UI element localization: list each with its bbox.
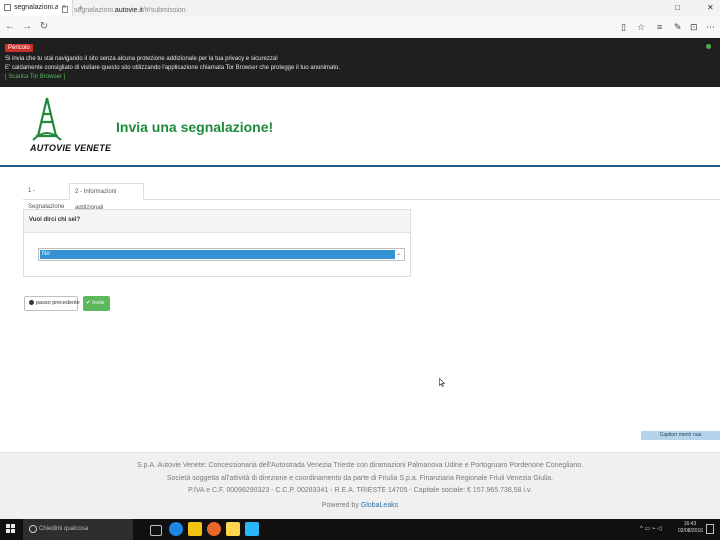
chevron-down-icon[interactable]: ⌄ bbox=[396, 249, 401, 260]
web-note-icon[interactable]: ✎ bbox=[674, 16, 682, 38]
more-icon[interactable]: ⋯ bbox=[706, 16, 715, 38]
powered-by-label: Powered by bbox=[321, 502, 361, 509]
forward-icon[interactable]: → bbox=[20, 16, 34, 38]
tab-informazioni-addizionali[interactable]: 2 - Informazioni addizionali bbox=[69, 183, 144, 211]
footer-powered-by: Powered by GlobaLeaks bbox=[0, 502, 720, 509]
page-icon bbox=[4, 4, 11, 11]
footer-holding-line: Società soggetta all'attività di direzio… bbox=[166, 475, 554, 482]
firefox-icon[interactable] bbox=[207, 522, 221, 536]
danger-badge: Pericolo bbox=[5, 44, 33, 52]
arrow-left-circle-icon bbox=[29, 300, 34, 305]
address-bar[interactable]: segnalazioni.autovie.it/#/submission bbox=[62, 4, 482, 18]
send-button[interactable]: ✔ Invia bbox=[83, 296, 110, 311]
warning-text-2: E' caldamente consigliato di visitare qu… bbox=[5, 65, 341, 71]
page-title: Invia una segnalazione! bbox=[116, 119, 274, 135]
system-tray-icons[interactable]: ^ ▭ ⌁ ◁ bbox=[640, 519, 662, 540]
footer-fiscal-line: P.IVA e C.F. 00098290323 - C.C.P. 002833… bbox=[188, 487, 532, 494]
tab-segnalazione[interactable]: 1 - Segnalazione bbox=[23, 183, 69, 210]
warning-text-1: Si invia che tu stai navigando il sito s… bbox=[5, 56, 278, 62]
logo-text: AUTOVIE VENETE bbox=[30, 143, 112, 153]
address-domain: autovie.it bbox=[114, 7, 143, 14]
taskbar-search-placeholder: Chiedimi qualcosa bbox=[39, 526, 89, 532]
sticky-notes-icon[interactable] bbox=[226, 522, 240, 536]
clock-date: 02/08/2016 bbox=[678, 528, 704, 534]
identity-select-value[interactable]: No bbox=[40, 250, 395, 259]
identity-question: Vuoi dirci chi sei? bbox=[29, 217, 81, 223]
mouse-cursor-icon bbox=[439, 378, 445, 387]
share-icon[interactable]: ⊡ bbox=[690, 16, 698, 38]
address-path: /#/submission bbox=[142, 7, 186, 14]
autovie-logo-icon bbox=[32, 97, 62, 141]
maximize-icon[interactable]: □ bbox=[675, 0, 680, 16]
windows-start-icon[interactable] bbox=[6, 524, 16, 534]
panel-heading bbox=[24, 210, 410, 233]
file-explorer-icon[interactable] bbox=[188, 522, 202, 536]
pin-icon bbox=[706, 44, 711, 49]
taskbar-clock[interactable]: 16:43 02/08/2016 bbox=[678, 521, 704, 535]
globaleaks-link[interactable]: GlobaLeaks bbox=[361, 502, 398, 509]
close-window-icon[interactable]: ✕ bbox=[707, 0, 714, 16]
previous-step-label: passo precedente bbox=[36, 300, 80, 306]
browser-nav-bar bbox=[0, 16, 720, 39]
clock-time: 16:43 bbox=[683, 521, 697, 527]
hub-icon[interactable]: ≡ bbox=[657, 16, 662, 38]
footer-company-line: S.p.A. Autovie Venete: Concessionaria de… bbox=[136, 462, 584, 469]
lock-icon bbox=[62, 6, 68, 13]
back-icon[interactable]: ← bbox=[3, 16, 17, 38]
feedback-button[interactable]: Capitorr mentr nua bbox=[641, 431, 720, 440]
reading-view-icon[interactable]: ▯ bbox=[621, 16, 626, 38]
address-prefix: segnalazioni. bbox=[74, 7, 115, 14]
download-tor-link[interactable]: [ Scarica Tor Browser ] bbox=[5, 74, 65, 80]
refresh-icon[interactable]: ↻ bbox=[37, 16, 51, 38]
edge-browser-icon[interactable] bbox=[169, 522, 183, 536]
browser-tab-title: segnalazioni.autovie.it bbox=[14, 4, 58, 11]
photos-app-icon[interactable] bbox=[245, 522, 259, 536]
header-divider bbox=[0, 165, 720, 167]
notifications-icon[interactable] bbox=[706, 524, 714, 534]
task-view-icon[interactable] bbox=[150, 525, 162, 536]
cortana-icon bbox=[29, 525, 37, 533]
tor-warning-bar bbox=[0, 38, 720, 87]
previous-step-button[interactable]: passo precedente bbox=[24, 296, 80, 311]
favorite-star-icon[interactable]: ☆ bbox=[637, 16, 645, 38]
